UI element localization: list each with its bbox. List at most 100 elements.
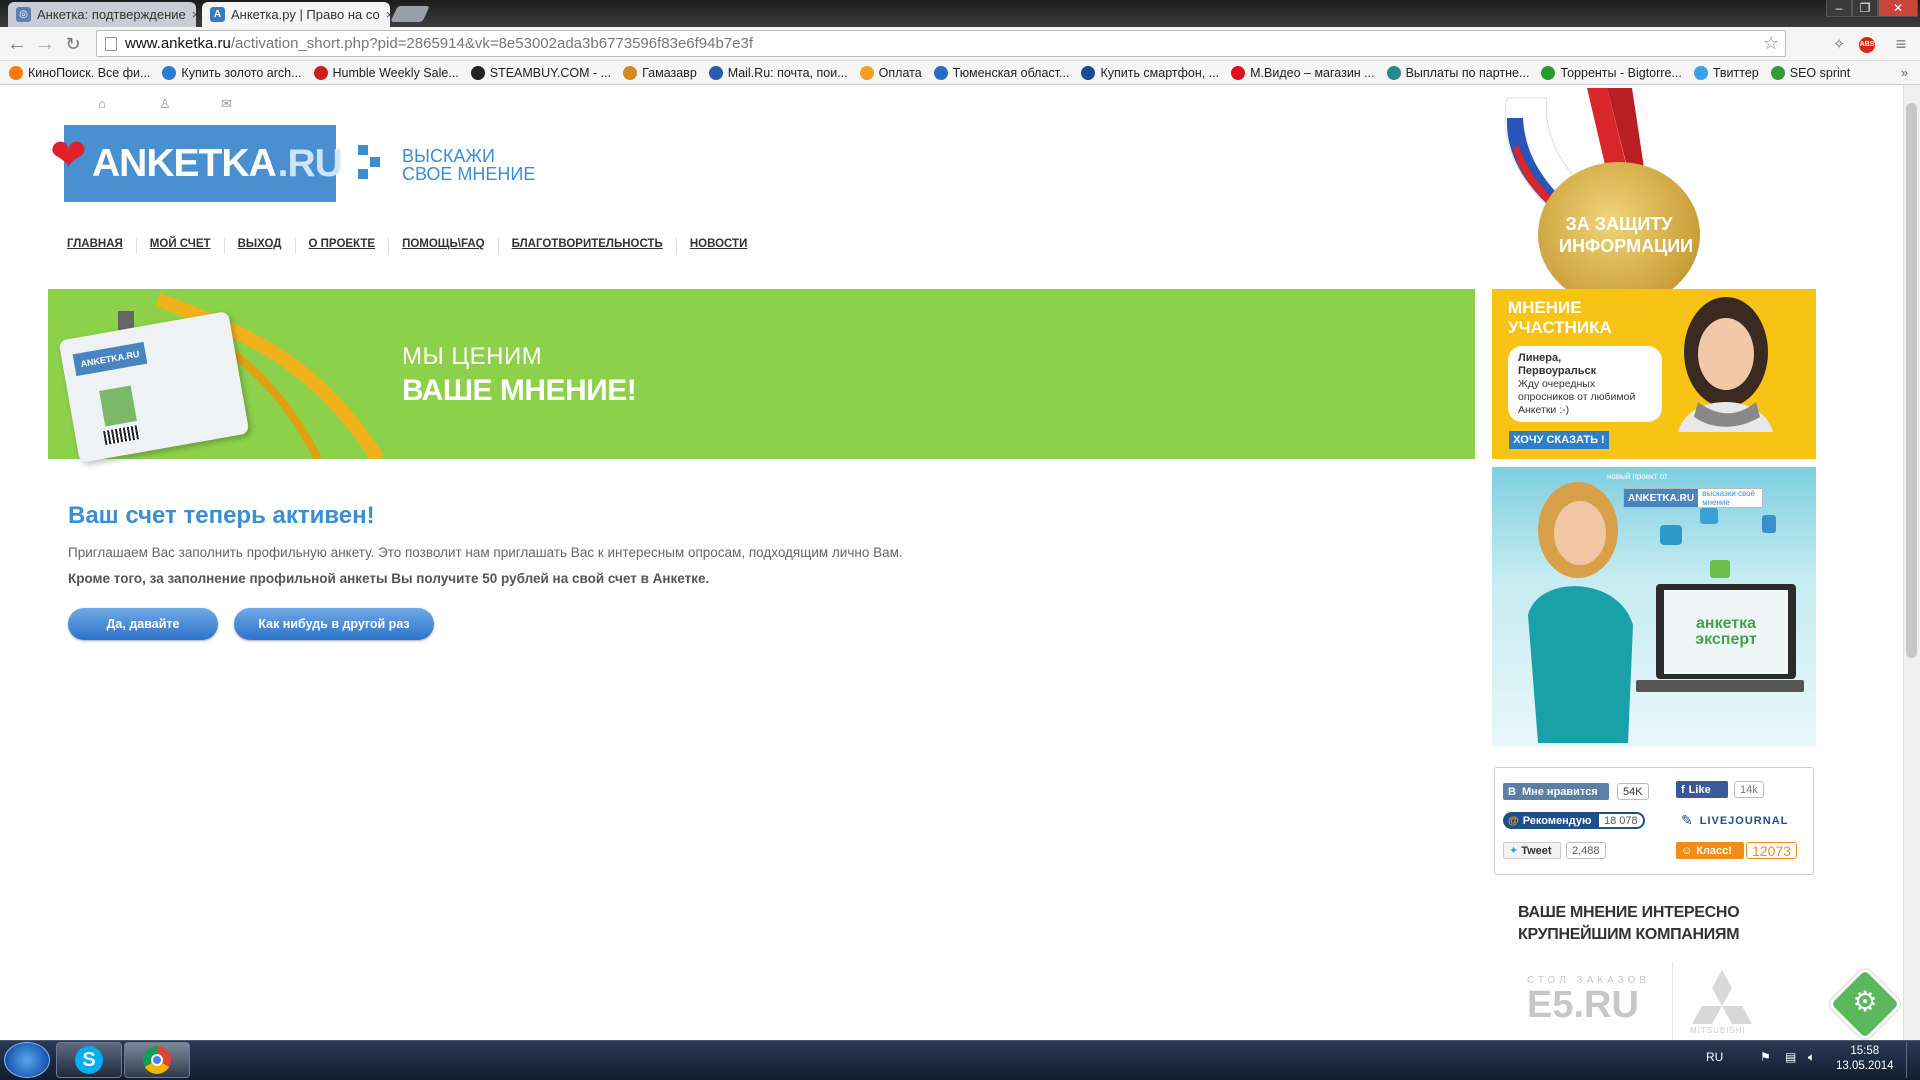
- close-window-icon[interactable]: ✕: [1878, 0, 1918, 17]
- bookmark-favicon-icon: [708, 65, 723, 80]
- vk-count: 54K: [1617, 783, 1649, 800]
- nav-about[interactable]: О ПРОЕКТЕ: [309, 238, 390, 254]
- forward-icon[interactable]: →: [34, 33, 56, 55]
- tweet-button[interactable]: ✦ Tweet: [1503, 842, 1561, 859]
- nav-news[interactable]: НОВОСТИ: [690, 238, 761, 254]
- page-title: Ваш счет теперь активен!: [68, 502, 375, 529]
- later-button[interactable]: Как нибудь в другой раз: [234, 608, 434, 640]
- fb-like-button[interactable]: f Like: [1676, 781, 1728, 798]
- bookmark-item[interactable]: Оплата: [859, 65, 922, 80]
- minimize-icon[interactable]: –: [1826, 0, 1852, 17]
- show-desktop-button[interactable]: [1906, 1042, 1918, 1078]
- want-to-say-button[interactable]: ХОЧУ СКАЗАТЬ !: [1509, 431, 1609, 449]
- chrome-icon: [143, 1046, 171, 1074]
- flag-icon[interactable]: ⚑: [1760, 1050, 1771, 1064]
- network-icon[interactable]: ▤: [1785, 1050, 1796, 1064]
- mailru-recommend-label: Рекомендую: [1522, 814, 1592, 827]
- vk-like-button[interactable]: В Мне нравится: [1503, 783, 1609, 800]
- back-icon[interactable]: ←: [6, 33, 28, 55]
- bookmark-item[interactable]: Гамазавр: [623, 65, 697, 80]
- bookmark-item[interactable]: SEO sprint: [1770, 65, 1850, 80]
- close-tab-icon[interactable]: ×: [380, 7, 390, 22]
- bookmarks-bar: КиноПоиск. Все фи... Купить золото arch.…: [0, 61, 1920, 85]
- companies-line-1: ВАШЕ МНЕНИЕ ИНТЕРЕСНО: [1518, 904, 1740, 921]
- address-bar[interactable]: www.anketka.ru/activation_short.php?pid=…: [96, 30, 1786, 57]
- bookmark-item[interactable]: STEAMBUY.COM - ...: [470, 65, 611, 80]
- menu-icon[interactable]: ≡: [1890, 33, 1912, 55]
- nav-home[interactable]: ГЛАВНАЯ: [67, 238, 137, 254]
- bookmark-item[interactable]: Выплаты по партне...: [1386, 65, 1529, 80]
- livejournal-button[interactable]: ✎ LIVEJOURNAL: [1676, 812, 1793, 829]
- mailru-icon: @: [1508, 814, 1519, 827]
- bookmark-item[interactable]: Торренты - Bigtorre...: [1541, 65, 1682, 80]
- bookmark-favicon-icon: [1770, 65, 1785, 80]
- close-tab-icon[interactable]: ×: [186, 7, 196, 22]
- banner-line-1: МЫ ЦЕНИМ: [402, 343, 543, 370]
- taskbar-chrome[interactable]: [124, 1042, 190, 1078]
- vk-icon: В: [1508, 785, 1516, 798]
- ok-count: 12073: [1746, 842, 1797, 859]
- more-bookmarks-icon[interactable]: »: [1901, 66, 1908, 80]
- screen: { "browser": { "tabs": [ {"label": "Анке…: [0, 0, 1920, 1080]
- nav-logout[interactable]: ВЫХОД: [238, 238, 296, 254]
- ok-class-button[interactable]: ☺ Класс!: [1676, 842, 1744, 859]
- participant-photo: [1678, 297, 1773, 432]
- companies-heading: ВАШЕ МНЕНИЕ ИНТЕРЕСНО КРУПНЕЙШИМ КОМПАНИ…: [1518, 902, 1740, 946]
- tab-anketka-active[interactable]: A Анкетка.ру | Право на со ×: [202, 2, 390, 27]
- sitemap-icon[interactable]: ♙: [159, 96, 171, 112]
- browser-toolbar: ← → ↻ www.anketka.ru/activation_short.ph…: [0, 27, 1920, 61]
- logo-text: ANKETKA: [92, 141, 277, 185]
- restore-icon[interactable]: ❐: [1852, 0, 1878, 17]
- bookmark-favicon-icon: [1081, 65, 1096, 80]
- reload-icon[interactable]: ↻: [62, 33, 84, 55]
- expert-slogan: высказки своё мнение: [1702, 489, 1756, 507]
- extension-icon[interactable]: ✧: [1828, 33, 1850, 55]
- nav-my-account[interactable]: МОЙ СЧЕТ: [150, 238, 225, 254]
- slogan-line-1: ВЫСКАЖИ: [402, 146, 495, 166]
- language-indicator[interactable]: RU: [1706, 1050, 1723, 1064]
- bookmark-item[interactable]: Купить золото arch...: [162, 65, 302, 80]
- adblock-icon[interactable]: ABS: [1859, 37, 1875, 53]
- intro-paragraph: Приглашаем Вас заполнить профильную анке…: [68, 545, 903, 560]
- bookmark-item[interactable]: Mail.Ru: почта, пои...: [708, 65, 848, 80]
- scrollbar-thumb[interactable]: [1906, 103, 1917, 658]
- quote-city: Первоуральск: [1518, 365, 1597, 377]
- bookmark-item[interactable]: М.Видео – магазин ...: [1231, 65, 1375, 80]
- mail-icon[interactable]: ✉: [221, 96, 232, 112]
- accept-survey-button[interactable]: Да, давайте: [68, 608, 218, 640]
- bookmark-star-icon[interactable]: ☆: [1763, 33, 1779, 54]
- tab-label: Анкетка.ру | Право на со: [231, 7, 380, 22]
- logo-divider: [1672, 962, 1673, 1040]
- home-icon[interactable]: ⌂: [98, 96, 106, 111]
- slogan-line-2: СВОЕ МНЕНИЕ: [402, 164, 536, 184]
- bookmark-item[interactable]: Тюменская област...: [933, 65, 1069, 80]
- bookmark-favicon-icon: [9, 65, 23, 80]
- main-nav: ГЛАВНАЯ МОЙ СЧЕТ ВЫХОД О ПРОЕКТЕ ПОМОЩЬ\…: [67, 238, 773, 254]
- bookmark-item[interactable]: Humble Weekly Sale...: [313, 65, 459, 80]
- gear-icon[interactable]: ⚙: [1850, 987, 1880, 1017]
- mitsubishi-label: MITSUBISHI: [1690, 1026, 1746, 1035]
- e5-logo[interactable]: СТОЛ ЗАКАЗОВ E5.RU: [1527, 975, 1650, 1024]
- nav-help-faq[interactable]: ПОМОЩЬ\FAQ: [402, 238, 499, 254]
- clock-date: 13.05.2014: [1836, 1060, 1894, 1072]
- taskbar-clock[interactable]: 15:58 13.05.2014: [1836, 1044, 1894, 1074]
- site-logo[interactable]: ANKETKA .RU: [64, 125, 343, 202]
- mailru-recommend-button[interactable]: @ Рекомендую: [1503, 812, 1599, 829]
- taskbar-skype[interactable]: S: [56, 1042, 122, 1078]
- nav-charity[interactable]: БЛАГОТВОРИТЕЛЬНОСТЬ: [512, 238, 677, 254]
- app-icon: [1700, 508, 1718, 524]
- bookmark-item[interactable]: Купить смартфон, ...: [1081, 65, 1219, 80]
- tab-favicon-icon: A: [210, 7, 225, 22]
- tab-anketka-confirm[interactable]: ◎ Анкетка: подтверждение ×: [8, 2, 196, 27]
- bookmark-item[interactable]: Твиттер: [1693, 65, 1759, 80]
- bookmark-favicon-icon: [1386, 65, 1401, 80]
- bookmark-favicon-icon: [1231, 65, 1246, 80]
- volume-icon[interactable]: 🔈︎: [1808, 1050, 1815, 1065]
- quote-bubble: Линера, Первоуральск Жду очередных опрос…: [1508, 346, 1662, 422]
- opinion-title-line-1: МНЕНИЕ: [1508, 298, 1582, 317]
- opinion-title-line-2: УЧАСТНИКА: [1508, 318, 1612, 337]
- ok-class-label: Класс!: [1696, 844, 1732, 857]
- bookmark-item[interactable]: КиноПоиск. Все фи...: [9, 65, 150, 80]
- start-button[interactable]: [4, 1042, 50, 1078]
- expert-screen-line-1: анкетка: [1696, 615, 1756, 632]
